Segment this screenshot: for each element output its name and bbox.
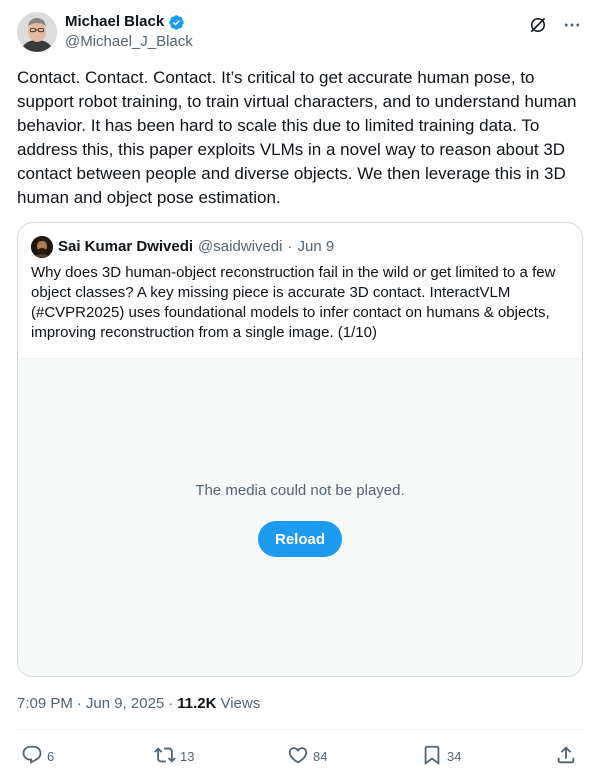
author-name-row: Michael Black bbox=[65, 13, 185, 31]
media-error-message: The media could not be played. bbox=[195, 482, 405, 499]
quoted-tweet-text: Why does 3D human-object reconstruction … bbox=[31, 264, 556, 341]
author-display-name[interactable]: Michael Black bbox=[65, 13, 164, 31]
quoted-author-name[interactable]: Sai Kumar Dwivedi bbox=[58, 237, 193, 257]
media-player[interactable]: The media could not be played. Reload bbox=[18, 358, 582, 676]
like-icon bbox=[287, 744, 309, 769]
tweet-date[interactable]: Jun 9, 2025 bbox=[86, 694, 164, 714]
tweet-time[interactable]: 7:09 PM bbox=[17, 694, 73, 714]
tweet-meta: 7:09 PM · Jun 9, 2025 · 11.2K Views bbox=[17, 694, 260, 714]
author-avatar[interactable] bbox=[17, 12, 57, 52]
more-icon[interactable] bbox=[561, 14, 583, 36]
quoted-tweet[interactable]: Sai Kumar Dwivedi @saidwivedi · Jun 9 Wh… bbox=[17, 222, 583, 677]
quoted-author-avatar[interactable] bbox=[31, 236, 53, 258]
reply-count: 6 bbox=[47, 748, 55, 764]
share-button[interactable] bbox=[555, 741, 577, 771]
reply-icon bbox=[21, 744, 43, 769]
views-count: 11.2K bbox=[177, 695, 217, 712]
header-actions bbox=[527, 14, 583, 36]
quoted-separator: · bbox=[287, 238, 293, 255]
verified-badge-icon[interactable] bbox=[168, 14, 185, 31]
reload-button[interactable]: Reload bbox=[258, 521, 342, 557]
like-button[interactable]: 84 bbox=[287, 741, 327, 771]
tweet-header: Michael Black @Michael_J_Black bbox=[17, 12, 583, 52]
quoted-date[interactable]: Jun 9 bbox=[297, 237, 334, 257]
share-icon bbox=[555, 744, 577, 769]
meta-separator: · bbox=[76, 695, 82, 712]
quoted-author-handle[interactable]: @saidwivedi bbox=[198, 237, 282, 257]
bookmark-count: 34 bbox=[447, 748, 462, 764]
like-count: 84 bbox=[313, 748, 328, 764]
meta-separator-2: · bbox=[168, 695, 174, 712]
quoted-tweet-header: Sai Kumar Dwivedi @saidwivedi · Jun 9 bbox=[31, 236, 334, 258]
repost-button[interactable]: 13 bbox=[154, 741, 194, 771]
author-handle[interactable]: @Michael_J_Black bbox=[65, 33, 193, 51]
bookmark-icon bbox=[421, 744, 443, 769]
divider bbox=[17, 729, 583, 730]
tweet-text: Contact. Contact. Contact. It’s critical… bbox=[17, 68, 577, 207]
repost-icon bbox=[154, 744, 176, 769]
repost-count: 13 bbox=[180, 748, 195, 764]
action-bar: 6 13 84 34 bbox=[17, 741, 583, 771]
views-label: Views bbox=[220, 695, 261, 712]
grok-icon[interactable] bbox=[527, 14, 549, 36]
bookmark-button[interactable]: 34 bbox=[421, 741, 461, 771]
reply-button[interactable]: 6 bbox=[21, 741, 54, 771]
